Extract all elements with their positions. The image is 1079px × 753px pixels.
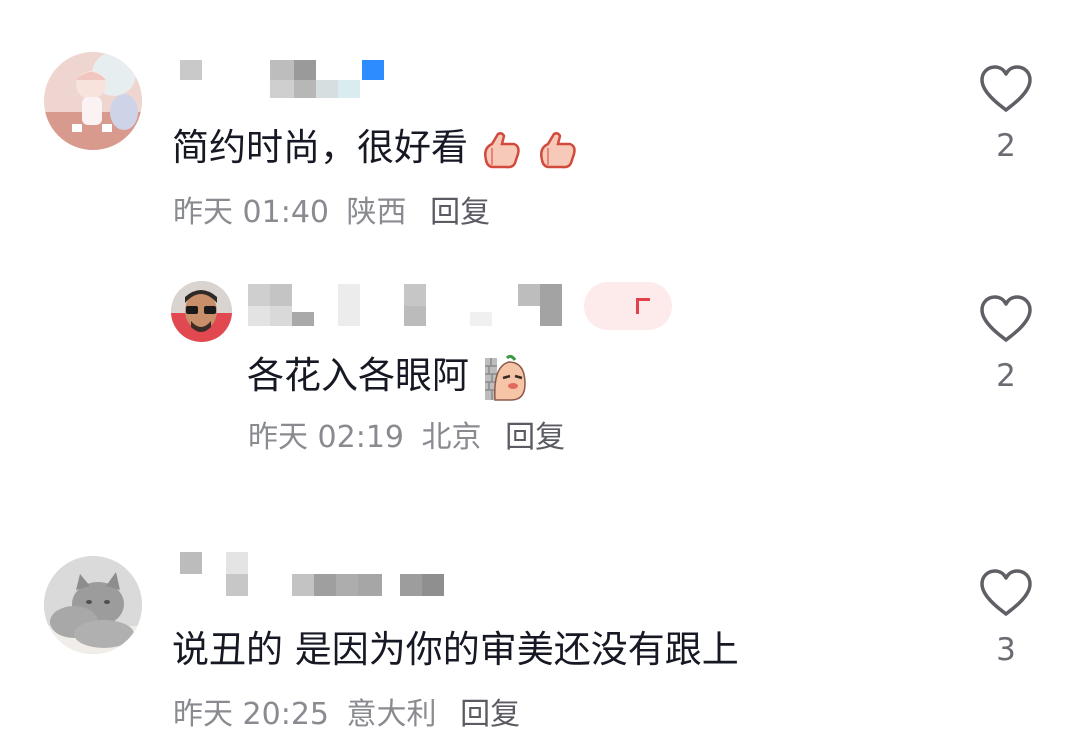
reply-item: 各花入各眼阿 昨天 02:19 北京 回复 2 xyxy=(0,270,1079,470)
comment-text-row: 简约时尚，很好看 xyxy=(172,124,580,172)
comment-meta: 昨天 20:25 意大利 回复 xyxy=(173,695,520,735)
like-count: 2 xyxy=(996,358,1016,394)
comment-location: 陕西 xyxy=(346,195,407,230)
comment-time: 昨天 01:40 xyxy=(173,195,329,230)
thumbs-up-emoji-icon xyxy=(483,131,520,168)
reply-location: 北京 xyxy=(421,420,482,455)
like-count: 3 xyxy=(996,632,1016,668)
reply-button[interactable]: 回复 xyxy=(460,695,520,735)
comment-text-row: 说丑的 是因为你的审美还没有跟上 xyxy=(172,626,739,674)
avatar[interactable] xyxy=(44,52,142,150)
reply-text-row: 各花入各眼阿 xyxy=(247,352,529,401)
comment-time: 昨天 20:25 xyxy=(173,697,329,732)
username-censored[interactable] xyxy=(248,282,678,330)
comment-location: 意大利 xyxy=(346,697,437,732)
reply-button[interactable]: 回复 xyxy=(430,193,490,233)
reply-text: 各花入各眼阿 xyxy=(247,354,469,397)
username-censored[interactable] xyxy=(178,58,388,98)
username-censored[interactable] xyxy=(178,548,468,598)
avatar[interactable] xyxy=(44,556,142,654)
comment-text: 说丑的 是因为你的审美还没有跟上 xyxy=(172,628,739,671)
like-button[interactable]: 2 xyxy=(971,64,1041,164)
avatar[interactable] xyxy=(171,281,232,342)
cat-photo-icon xyxy=(44,556,142,654)
like-button[interactable]: 3 xyxy=(971,568,1041,668)
comment-item: 简约时尚，很好看 昨天 01:40 陕西 回复 2 xyxy=(0,0,1079,250)
heart-icon[interactable] xyxy=(978,568,1034,618)
comment-item: 说丑的 是因为你的审美还没有跟上 昨天 20:25 意大利 回复 3 xyxy=(0,540,1079,753)
thumbs-up-emoji-icon xyxy=(539,131,576,168)
comment-text: 简约时尚，很好看 xyxy=(172,126,468,169)
like-button[interactable]: 2 xyxy=(971,294,1041,394)
reply-button[interactable]: 回复 xyxy=(505,418,565,458)
reply-meta: 昨天 02:19 北京 回复 xyxy=(248,418,565,458)
man-photo-icon xyxy=(171,281,232,342)
like-count: 2 xyxy=(996,128,1016,164)
heart-icon[interactable] xyxy=(978,64,1034,114)
reply-time: 昨天 02:19 xyxy=(248,420,404,455)
baby-photo-icon xyxy=(44,52,142,150)
peeking-emoji-icon xyxy=(484,354,526,401)
comment-meta: 昨天 01:40 陕西 回复 xyxy=(173,193,490,233)
heart-icon[interactable] xyxy=(978,294,1034,344)
